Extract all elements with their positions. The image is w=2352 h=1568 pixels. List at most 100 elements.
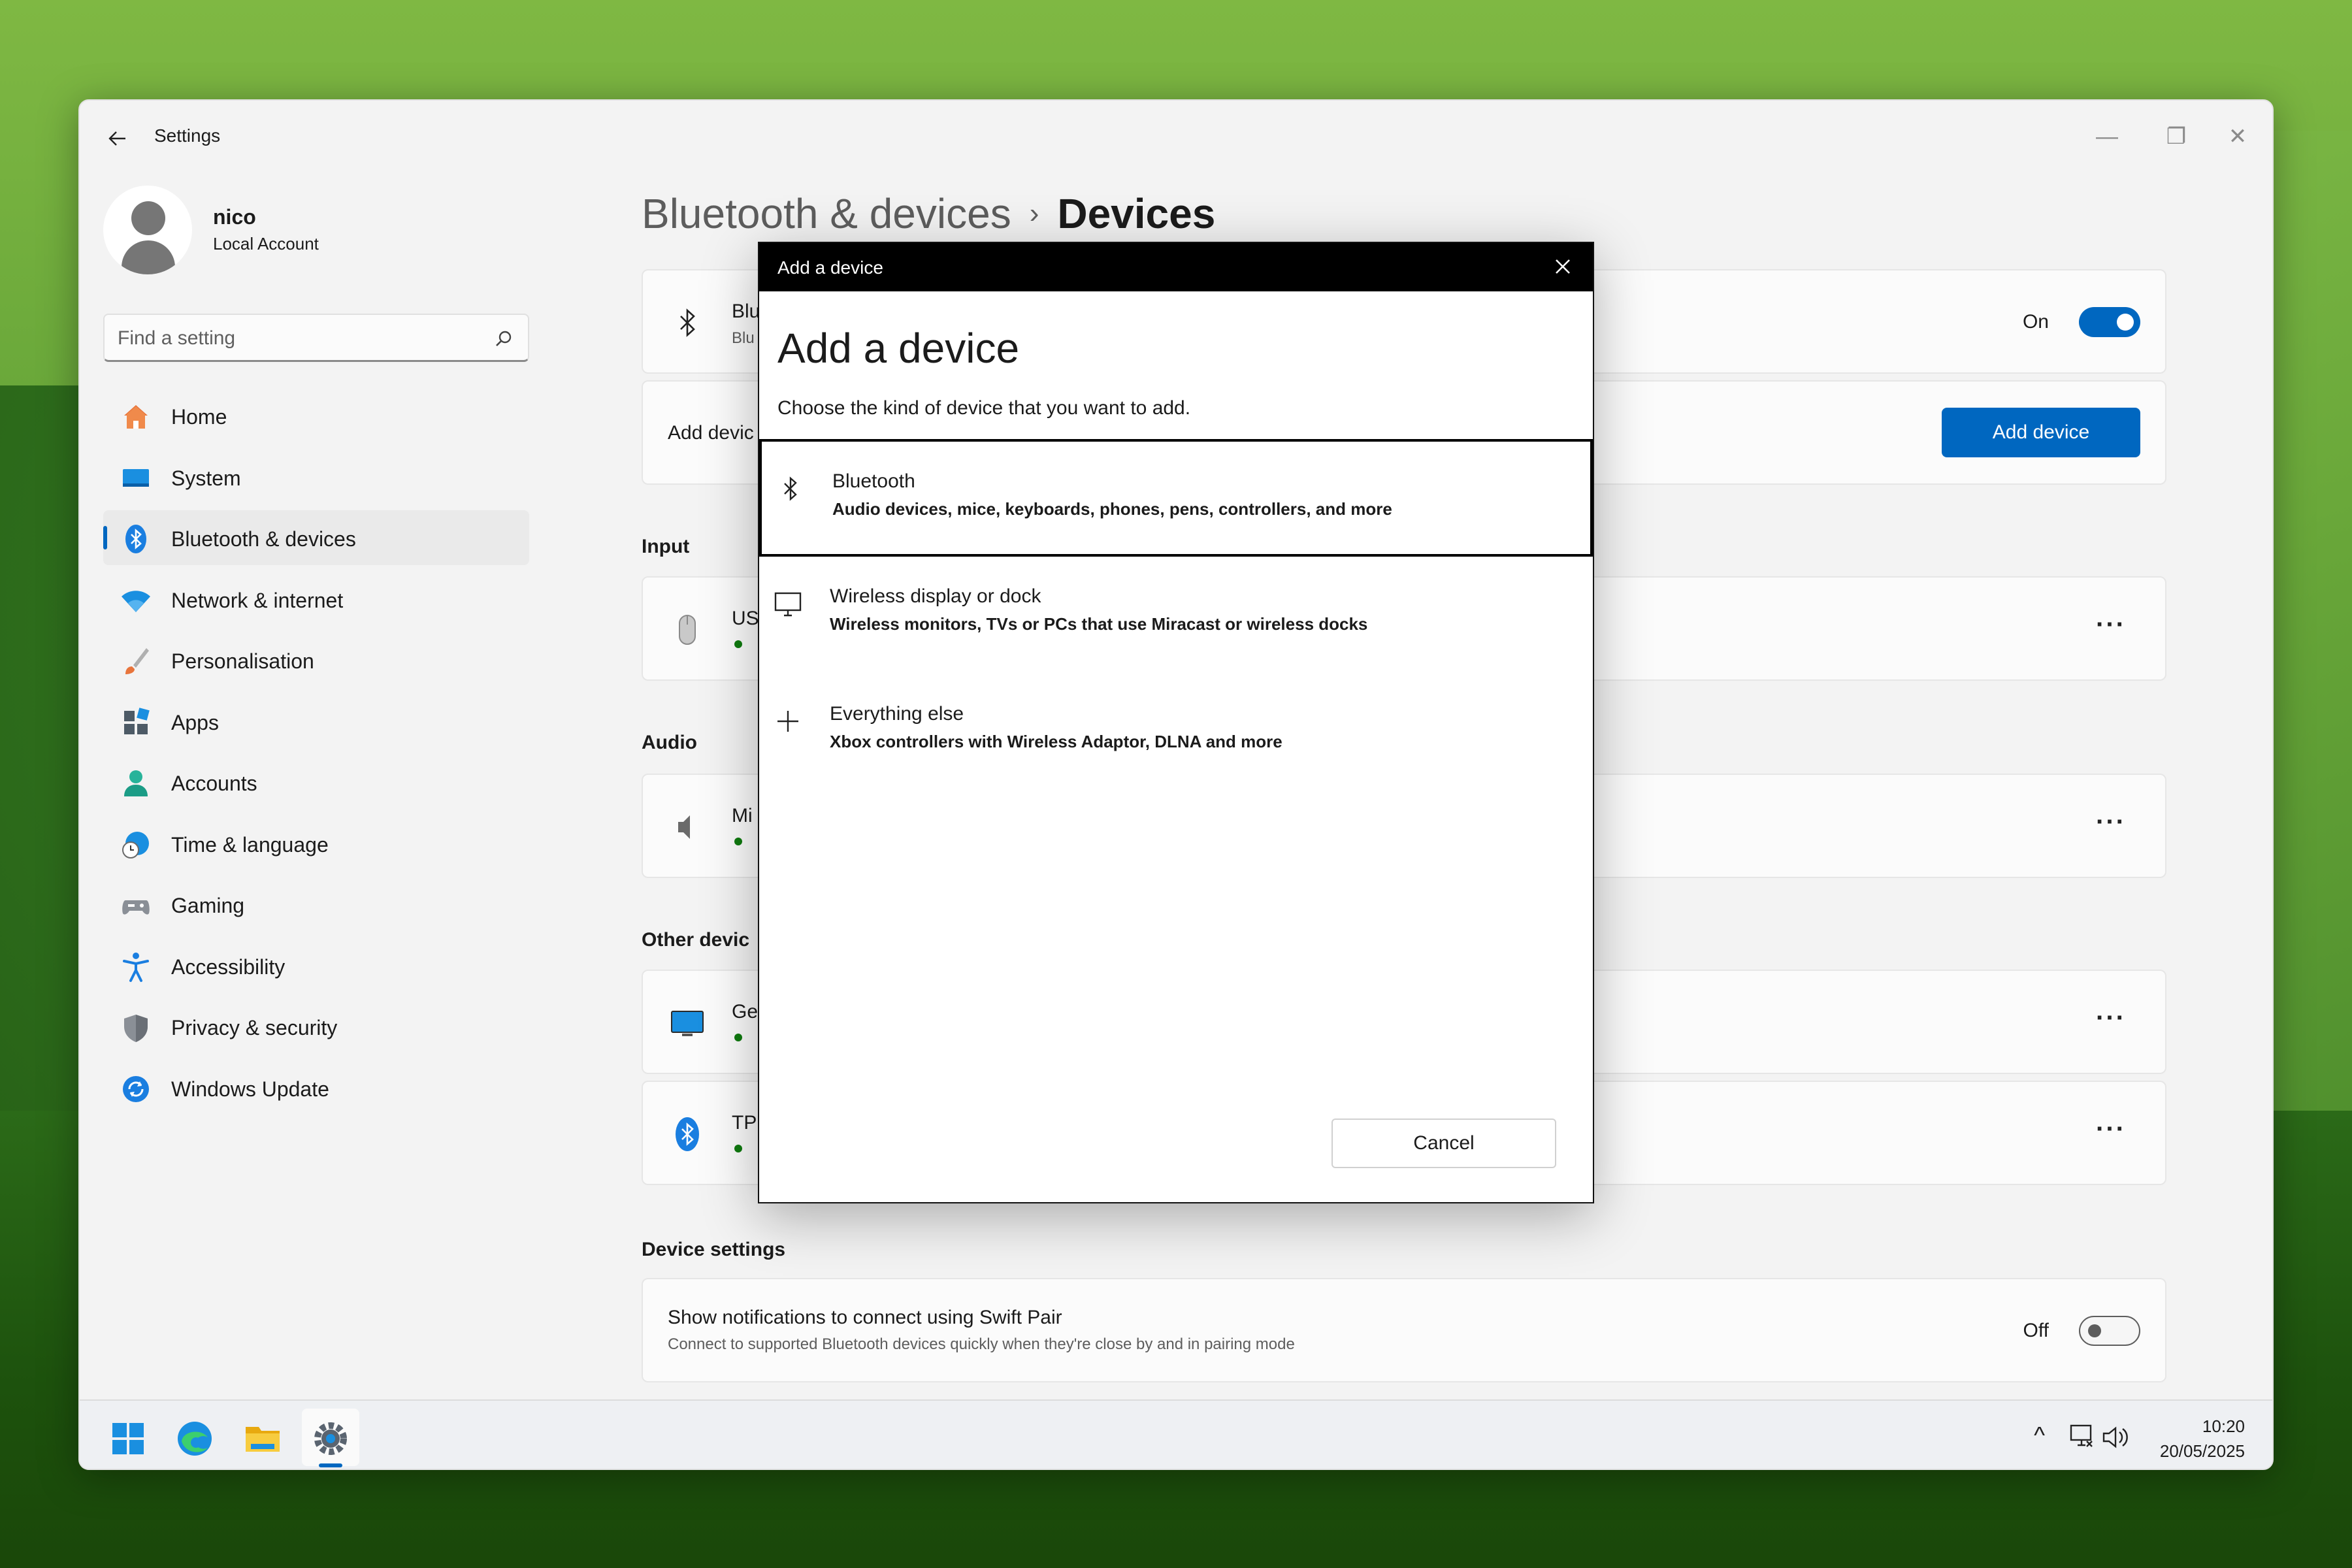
home-icon [124, 405, 148, 429]
dialog-heading: Add a device [777, 325, 1020, 372]
sidebar-item-label: Gaming [171, 894, 245, 917]
sidebar-item-windows-update[interactable]: Windows Update [103, 1060, 529, 1115]
monitor-icon [671, 1011, 704, 1036]
swift-pair-subtitle: Connect to supported Bluetooth devices q… [668, 1335, 1295, 1353]
bluetooth-subtitle: Blu [732, 329, 755, 347]
close-icon: ✕ [2228, 124, 2247, 149]
clock-globe-icon [122, 831, 149, 858]
dialog-title-bar-text: Add a device [777, 257, 883, 278]
bluetooth-toggle-label: On [2022, 311, 2049, 333]
system-clock[interactable]: 10:20 20/05/2025 [2160, 1414, 2245, 1463]
start-icon[interactable] [108, 1419, 148, 1458]
dialog-subtitle: Choose the kind of device that you want … [777, 397, 1191, 419]
settings-icon[interactable] [311, 1419, 350, 1458]
section-input: Input [642, 536, 690, 557]
breadcrumb: Bluetooth & devices › Devices [642, 189, 1215, 238]
bluetooth-icon [125, 525, 146, 553]
sidebar-item-network[interactable]: Network & internet [103, 572, 529, 627]
sidebar-item-label: Privacy & security [171, 1016, 338, 1039]
mouse-icon [679, 615, 696, 645]
bluetooth-icon [680, 308, 695, 337]
section-device-settings: Device settings [642, 1239, 786, 1260]
dialog-title-bar: Add a device [759, 243, 1593, 291]
more-options-button[interactable]: ··· [2096, 610, 2126, 640]
option-subtitle: Wireless monitors, TVs or PCs that use M… [830, 614, 1368, 634]
more-options-button[interactable]: ··· [2096, 1115, 2126, 1144]
sidebar-item-bluetooth[interactable]: Bluetooth & devices [103, 510, 529, 565]
breadcrumb-parent[interactable]: Bluetooth & devices [642, 190, 1011, 237]
speaker-icon [678, 815, 690, 839]
option-subtitle: Audio devices, mice, keyboards, phones, … [832, 499, 1392, 519]
option-everything-else[interactable]: Everything else Xbox controllers with Wi… [759, 674, 1593, 792]
dialog-close-icon[interactable] [1551, 255, 1575, 278]
device-name: Mi [732, 805, 753, 826]
bluetooth-icon [784, 476, 797, 501]
swift-pair-toggle-label: Off [2023, 1320, 2049, 1341]
sidebar-item-label: Home [171, 405, 227, 429]
shield-icon [124, 1015, 148, 1042]
option-subtitle: Xbox controllers with Wireless Adaptor, … [830, 732, 1282, 751]
more-options-button[interactable]: ··· [2096, 808, 2126, 837]
system-icon [123, 468, 149, 487]
tray-chevron-icon[interactable]: ^ [2034, 1422, 2045, 1449]
taskbar: ^ 10:20 20/05/2025 [80, 1399, 2272, 1469]
swift-pair-toggle[interactable] [2079, 1316, 2140, 1346]
sidebar-item-apps[interactable]: Apps [103, 694, 529, 749]
close-button[interactable]: ✕ [2203, 114, 2272, 159]
more-options-button[interactable]: ··· [2096, 1004, 2126, 1033]
gamepad-icon [122, 900, 150, 915]
sidebar-item-label: Personalisation [171, 649, 314, 673]
volume-icon[interactable] [2101, 1423, 2130, 1452]
update-icon [123, 1075, 149, 1102]
sidebar-item-label: Accounts [171, 772, 257, 795]
accessibility-icon [123, 952, 149, 982]
sidebar-item-accessibility[interactable]: Accessibility [103, 938, 529, 993]
accounts-icon [124, 770, 148, 796]
page-title: Devices [1057, 190, 1216, 237]
back-button[interactable] [99, 120, 136, 157]
sidebar-item-privacy[interactable]: Privacy & security [103, 999, 529, 1054]
sidebar-item-time-language[interactable]: Time & language [103, 816, 529, 871]
bluetooth-toggle[interactable] [2079, 307, 2140, 337]
add-device-dialog: Add a device Add a device Choose the kin… [758, 242, 1594, 1203]
swift-pair-card: Show notifications to connect using Swif… [642, 1278, 2166, 1382]
add-device-button[interactable]: Add device [1942, 408, 2140, 457]
status-connected-dot [734, 640, 742, 648]
option-bluetooth[interactable]: Bluetooth Audio devices, mice, keyboards… [759, 439, 1593, 557]
sidebar-item-gaming[interactable]: Gaming [103, 877, 529, 932]
status-connected-dot [734, 1034, 742, 1041]
device-name: Ge [732, 1001, 759, 1022]
active-app-indicator [319, 1463, 342, 1467]
sidebar-item-label: Apps [171, 710, 219, 734]
sidebar-item-accounts[interactable]: Accounts [103, 755, 529, 809]
cancel-button[interactable]: Cancel [1331, 1119, 1556, 1168]
bluetooth-device-icon [676, 1117, 699, 1151]
add-device-label: Add devic [668, 422, 754, 444]
file-explorer-icon[interactable] [243, 1419, 282, 1458]
option-title: Bluetooth [832, 470, 915, 492]
status-connected-dot [734, 1145, 742, 1152]
plus-icon [777, 711, 798, 732]
clock-date: 20/05/2025 [2159, 1441, 2245, 1461]
sidebar-item-home[interactable]: Home [103, 388, 529, 443]
bluetooth-title: Blu [732, 301, 760, 322]
section-audio: Audio [642, 732, 697, 753]
back-arrow-icon [108, 131, 125, 146]
network-icon[interactable] [2067, 1423, 2096, 1452]
sidebar-item-label: Windows Update [171, 1077, 329, 1101]
option-wireless-display[interactable]: Wireless display or dock Wireless monito… [759, 557, 1593, 674]
section-other-devices: Other devic [642, 929, 750, 951]
search-input[interactable] [118, 324, 483, 353]
sidebar-item-label: Network & internet [171, 588, 344, 612]
sidebar-item-system[interactable]: System [103, 449, 529, 504]
search-box[interactable] [103, 314, 529, 362]
clock-time: 10:20 [2202, 1416, 2245, 1436]
sidebar-item-personalisation[interactable]: Personalisation [103, 632, 529, 687]
device-name: US [732, 608, 759, 629]
display-icon [774, 592, 802, 617]
chevron-right-icon: › [1029, 197, 1039, 229]
user-name: nico [213, 205, 256, 229]
sidebar-item-label: Bluetooth & devices [171, 527, 356, 551]
sidebar-item-label: Accessibility [171, 955, 286, 979]
edge-icon[interactable] [175, 1419, 214, 1458]
